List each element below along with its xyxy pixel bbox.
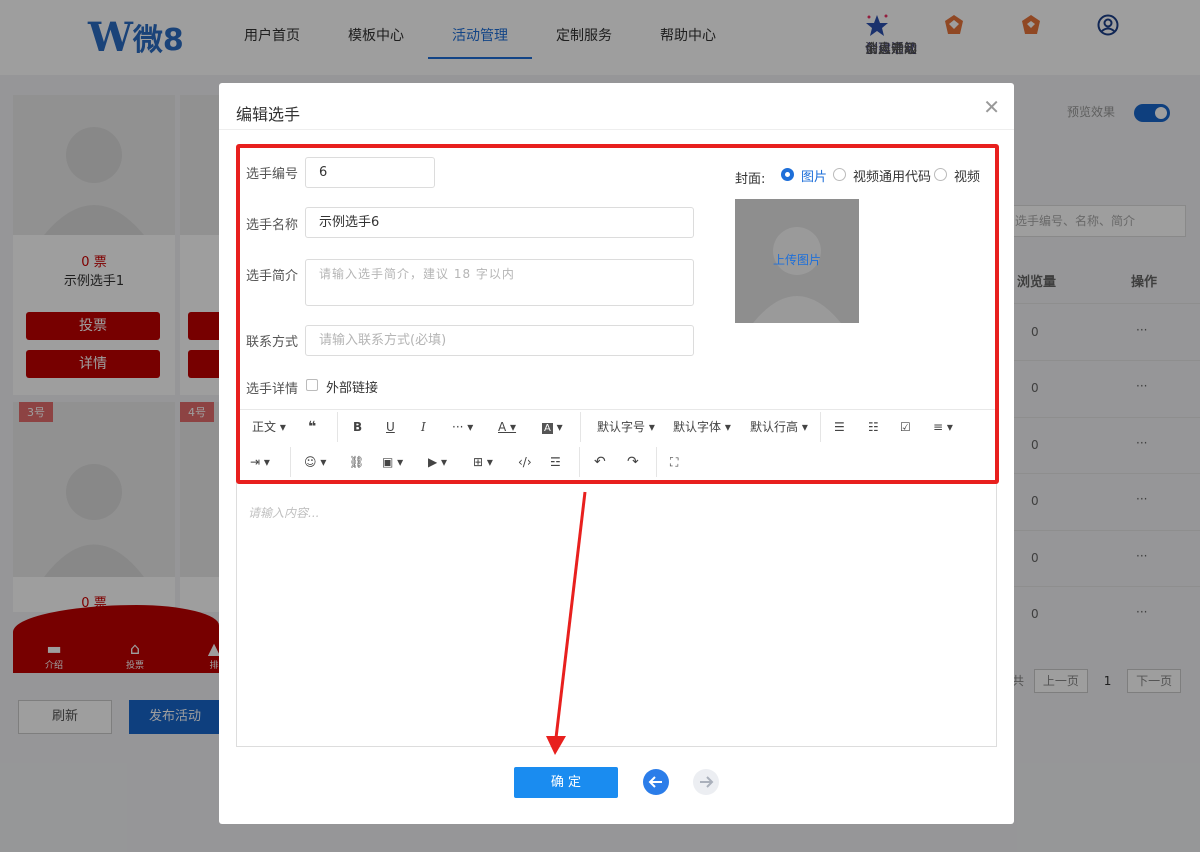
forward-arrow-icon[interactable] <box>693 769 719 795</box>
highlight-box <box>236 144 999 484</box>
dialog-title: 编辑选手 <box>236 105 301 124</box>
back-arrow-icon[interactable] <box>643 769 669 795</box>
dialog-divider <box>219 129 1014 130</box>
confirm-button[interactable]: 确 定 <box>514 767 618 798</box>
close-icon[interactable]: ✕ <box>983 95 1000 119</box>
editor-placeholder: 请输入内容... <box>248 506 320 520</box>
rich-text-editor[interactable]: 请输入内容... <box>236 481 997 747</box>
